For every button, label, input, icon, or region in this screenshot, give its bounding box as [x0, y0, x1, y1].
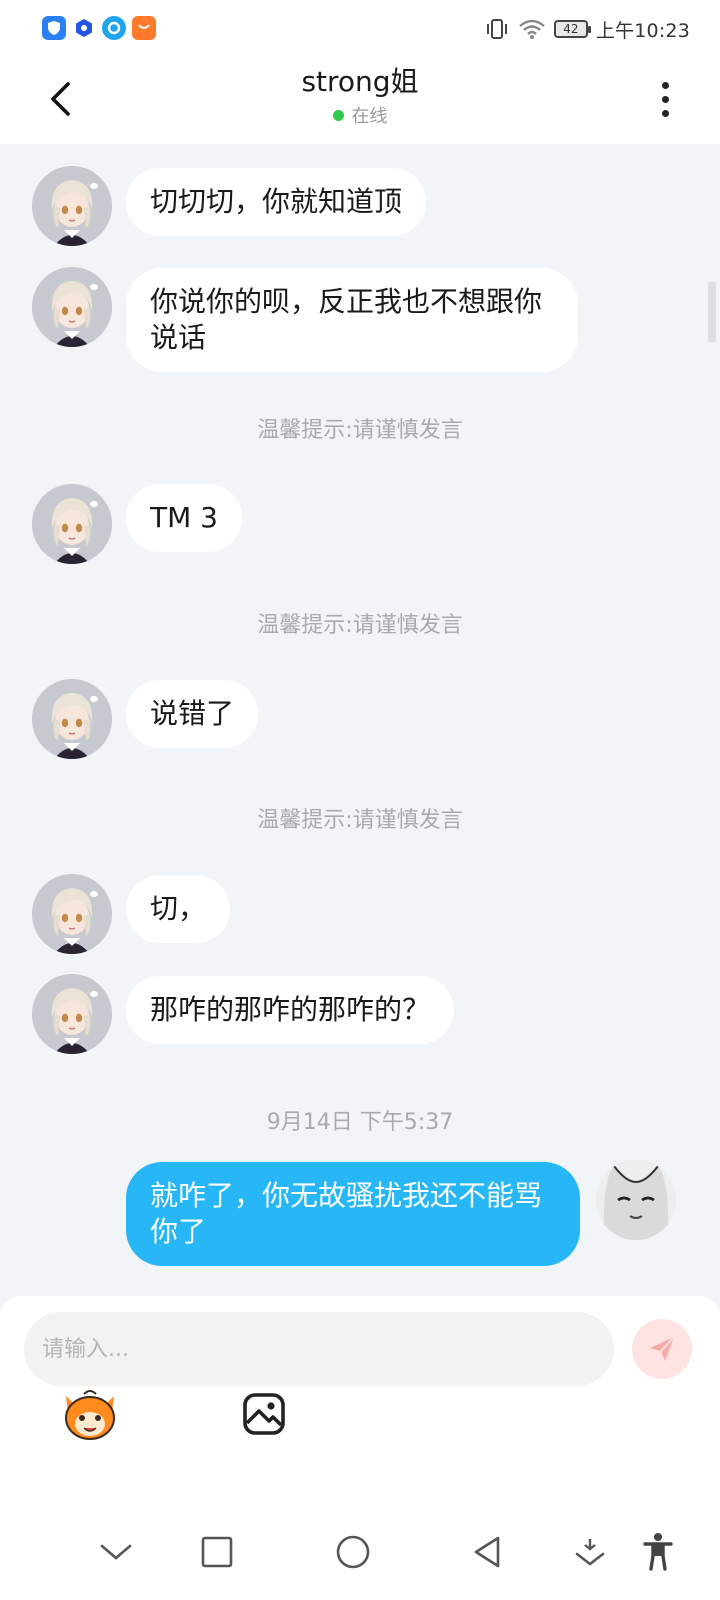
system-notice: 温馨提示:请谨慎发言 [257, 808, 463, 833]
square-icon [201, 1536, 233, 1568]
incoming-message[interactable]: 说错了 [126, 680, 259, 748]
system-notice: 温馨提示:请谨慎发言 [257, 613, 463, 638]
emoji-mascot-icon [65, 1390, 115, 1440]
contact-avatar[interactable] [32, 484, 112, 564]
collapse-keyboard-button[interactable] [90, 1526, 142, 1578]
clock: 上午10:23 [595, 19, 690, 42]
chevron-down-icon [100, 1544, 132, 1560]
composer [0, 1296, 720, 1506]
contact-avatar[interactable] [32, 267, 112, 347]
presence-status: 在线 [332, 102, 388, 128]
battery-indicator: 42 [553, 20, 591, 38]
outgoing-message[interactable]: 就咋了，你无故骚扰我还不能骂你了 [126, 1162, 580, 1266]
back-nav-button[interactable] [461, 1526, 513, 1578]
send-icon [650, 1336, 675, 1361]
send-button[interactable] [632, 1319, 692, 1379]
contact-name: strong姐 [301, 65, 419, 98]
arrow-down-line-icon [575, 1539, 605, 1566]
app-orange-bag-icon [132, 16, 156, 40]
more-dot-icon [661, 109, 669, 117]
contact-avatar[interactable] [32, 874, 112, 954]
system-notice: 温馨提示:请谨慎发言 [257, 418, 463, 443]
accessibility-icon [643, 1533, 673, 1571]
home-button[interactable] [327, 1526, 379, 1578]
presence-label: 在线 [351, 106, 388, 127]
app-search-bubble-icon [102, 16, 126, 40]
recents-button[interactable] [191, 1526, 243, 1578]
contact-avatar[interactable] [32, 166, 112, 246]
timestamp: 9月14日 下午5:37 [266, 1110, 454, 1135]
status-bar: 42 上午10:23 [0, 0, 720, 58]
message-list[interactable]: 切切切，你就知道顶 你说你的呗，反正我也不想跟你说话 温馨提示:请谨慎发言 TM… [0, 144, 720, 1296]
online-dot-icon [332, 109, 344, 121]
wifi-icon [519, 19, 545, 39]
image-icon [243, 1393, 285, 1435]
app-blue-shield-icon [42, 16, 66, 40]
contact-avatar[interactable] [32, 974, 112, 1054]
circle-icon [336, 1535, 370, 1569]
accessibility-button[interactable] [632, 1526, 684, 1578]
incoming-message[interactable]: 你说你的呗，反正我也不想跟你说话 [126, 268, 578, 372]
hide-navbar-button[interactable] [564, 1526, 616, 1578]
self-avatar[interactable] [596, 1160, 676, 1240]
incoming-message[interactable]: 切， [126, 875, 231, 943]
incoming-message[interactable]: TM 3 [126, 484, 242, 552]
chat-header: strong姐 在线 [0, 58, 720, 144]
more-dot-icon [661, 81, 669, 89]
image-button[interactable] [232, 1382, 296, 1446]
vibrate-icon [486, 19, 507, 39]
system-navigation-bar [0, 1506, 720, 1600]
incoming-message[interactable]: 切切切，你就知道顶 [126, 168, 427, 236]
contact-avatar[interactable] [32, 679, 112, 759]
incoming-message[interactable]: 那咋的那咋的那咋的？ [126, 976, 455, 1044]
app-blue-hexagon-icon [72, 16, 96, 40]
triangle-back-icon [474, 1536, 500, 1568]
emoji-button[interactable] [58, 1382, 122, 1446]
message-input[interactable] [24, 1312, 614, 1386]
scrollbar[interactable] [708, 282, 716, 342]
more-dot-icon [661, 95, 669, 103]
more-options-button[interactable] [650, 74, 680, 124]
